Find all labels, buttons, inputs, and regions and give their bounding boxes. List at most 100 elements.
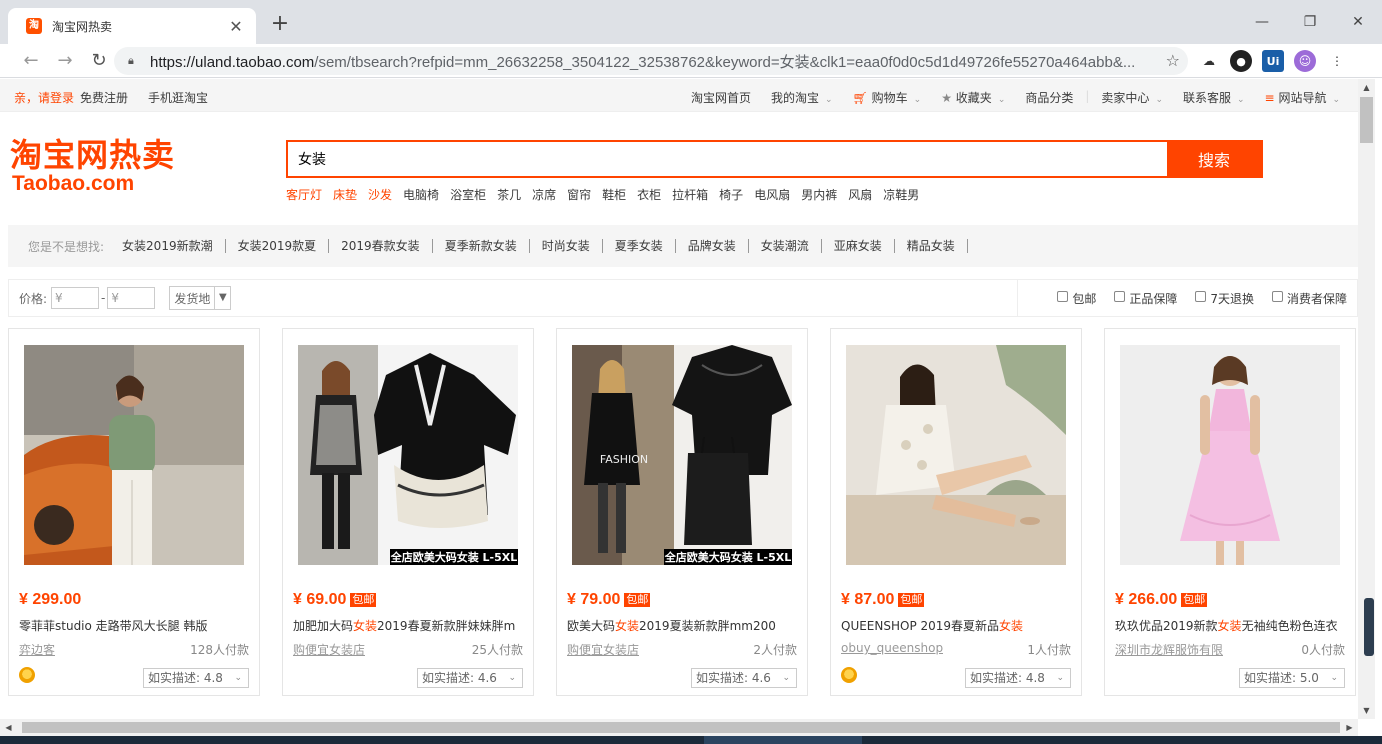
hot-word[interactable]: 风扇 <box>848 186 872 203</box>
product-card[interactable]: 全店欧美大码女装 L-5XL ¥ 69.00 包邮 加肥加大码女装2019春夏新款… <box>282 328 534 696</box>
rating-select[interactable]: 如实描述: 4.8 ⌄ <box>965 668 1071 688</box>
scroll-down-icon[interactable]: ▼ <box>1358 702 1375 719</box>
nav-my-taobao[interactable]: 我的淘宝 ⌄ <box>761 89 843 106</box>
checkbox-icon <box>1114 291 1126 302</box>
hot-word[interactable]: 凉鞋男 <box>883 186 919 203</box>
suggest-item[interactable]: 精品女装 <box>895 239 968 253</box>
price-min-input[interactable]: ¥ <box>51 287 100 309</box>
hot-word[interactable]: 沙发 <box>368 186 392 203</box>
menu-kebab-icon[interactable]: ⋮ <box>1326 50 1348 72</box>
7day-return-checkbox[interactable]: 7天退换 <box>1195 290 1254 307</box>
hot-word[interactable]: 电风扇 <box>754 186 790 203</box>
product-image[interactable] <box>1120 345 1340 565</box>
minimize-icon[interactable]: — <box>1238 0 1286 44</box>
new-tab-icon[interactable]: + <box>268 12 292 36</box>
chevron-down-icon: ▼ <box>214 287 230 309</box>
hot-word[interactable]: 男内裤 <box>801 186 837 203</box>
reload-icon[interactable]: ↻ <box>82 46 116 76</box>
shop-link[interactable]: 弈边客 <box>19 641 55 658</box>
profile-avatar-icon[interactable]: ☺ <box>1294 50 1316 72</box>
product-title[interactable]: 欧美大码女装2019夏装新款胖mm200 <box>567 617 799 634</box>
hot-word[interactable]: 衣柜 <box>637 186 661 203</box>
hot-word[interactable]: 床垫 <box>333 186 357 203</box>
scroll-up-icon[interactable]: ▲ <box>1358 79 1375 96</box>
search-button[interactable]: 搜索 <box>1167 142 1261 176</box>
rating-select[interactable]: 如实描述: 4.8 ⌄ <box>143 668 249 688</box>
suggest-item[interactable]: 女装潮流 <box>749 239 822 253</box>
hot-word[interactable]: 电脑椅 <box>403 186 439 203</box>
suggest-item[interactable]: 女装2019新款潮 <box>110 239 226 253</box>
hot-word[interactable]: 拉杆箱 <box>672 186 708 203</box>
suggest-item[interactable]: 2019春款女装 <box>329 239 433 253</box>
scroll-left-icon[interactable]: ◀ <box>0 719 17 736</box>
product-image[interactable] <box>24 345 244 565</box>
suggest-item[interactable]: 夏季新款女装 <box>433 239 530 253</box>
login-link[interactable]: 亲，请登录 <box>14 89 74 106</box>
shop-link[interactable]: 购便宜女装店 <box>567 641 639 658</box>
hot-word[interactable]: 窗帘 <box>567 186 591 203</box>
shop-link[interactable]: 深圳市龙辉服饰有限 <box>1115 641 1223 658</box>
consumer-protection-checkbox[interactable]: 消费者保障 <box>1271 290 1347 307</box>
extension-circle-icon[interactable]: ● <box>1230 50 1252 72</box>
product-card[interactable]: ¥ 87.00 包邮 QUEENSHOP 2019春夏新品女装 obuy_quee… <box>830 328 1082 696</box>
browser-tab[interactable]: 淘 淘宝网热卖 ✕ <box>8 8 256 44</box>
product-card[interactable]: ¥ 299.00 零菲菲studio 走路带风大长腿 韩版 弈边客 128人付款… <box>8 328 260 696</box>
address-bar[interactable]: 🔒︎ https://uland.taobao.com/sem/tbsearch… <box>114 47 1188 75</box>
extension-ui-icon[interactable]: Ui <box>1262 50 1284 72</box>
scroll-thumb[interactable] <box>22 722 1340 733</box>
mobile-link[interactable]: 手机逛淘宝 <box>148 89 208 106</box>
price-max-input[interactable]: ¥ <box>107 287 156 309</box>
horizontal-scrollbar[interactable]: ◀ ▶ <box>0 719 1358 736</box>
suggest-item[interactable]: 时尚女装 <box>530 239 603 253</box>
restore-icon[interactable]: ❐ <box>1286 0 1334 44</box>
side-float-widget[interactable] <box>1364 598 1374 656</box>
tab-close-icon[interactable]: ✕ <box>226 17 246 36</box>
extension-cloud-icon[interactable]: ☁ <box>1198 50 1220 72</box>
hot-word[interactable]: 鞋柜 <box>602 186 626 203</box>
suggest-item[interactable]: 亚麻女装 <box>822 239 895 253</box>
nav-favorites[interactable]: ★ 收藏夹 ⌄ <box>931 89 1015 106</box>
nav-categories[interactable]: 商品分类 <box>1015 89 1083 106</box>
product-image[interactable]: 全店欧美大码女装 L-5XL <box>298 345 518 565</box>
register-link[interactable]: 免费注册 <box>80 89 128 106</box>
rating-select[interactable]: 如实描述: 4.6 ⌄ <box>417 668 523 688</box>
nav-home[interactable]: 淘宝网首页 <box>681 89 761 106</box>
hot-word[interactable]: 浴室柜 <box>450 186 486 203</box>
ship-from-select[interactable]: 发货地 ▼ <box>169 286 232 310</box>
taobao-logo[interactable]: 淘宝网热卖 Taobao.com <box>10 137 175 195</box>
hot-word[interactable]: 椅子 <box>719 186 743 203</box>
gold-medal-icon <box>841 667 857 683</box>
product-title[interactable]: 玖玖优品2019新款女装无袖纯色粉色连衣 <box>1115 617 1347 634</box>
shop-link[interactable]: obuy_queenshop <box>841 641 943 655</box>
hot-word[interactable]: 客厅灯 <box>286 186 322 203</box>
hot-word[interactable]: 凉席 <box>532 186 556 203</box>
suggest-item[interactable]: 女装2019款夏 <box>226 239 330 253</box>
product-card[interactable]: FASHION 全店欧美大码女装 L-5XL ¥ 79.00 包邮 欧美大码女装2… <box>556 328 808 696</box>
search-input[interactable] <box>288 142 1167 176</box>
suggest-item[interactable]: 品牌女装 <box>676 239 749 253</box>
suggest-item[interactable]: 夏季女装 <box>603 239 676 253</box>
rating-select[interactable]: 如实描述: 5.0 ⌄ <box>1239 668 1345 688</box>
nav-customer-service[interactable]: 联系客服 ⌄ <box>1173 89 1255 106</box>
free-shipping-checkbox[interactable]: 包邮 <box>1057 290 1096 307</box>
close-window-icon[interactable]: ✕ <box>1334 0 1382 44</box>
scroll-right-icon[interactable]: ▶ <box>1341 719 1358 736</box>
shop-link[interactable]: 购便宜女装店 <box>293 641 365 658</box>
genuine-checkbox[interactable]: 正品保障 <box>1114 290 1177 307</box>
bookmark-star-icon[interactable]: ☆ <box>1166 51 1180 70</box>
product-image[interactable] <box>846 345 1066 565</box>
product-image[interactable]: FASHION 全店欧美大码女装 L-5XL <box>572 345 792 565</box>
logo-en-text: Taobao.com <box>12 172 135 195</box>
back-icon[interactable]: ← <box>14 46 48 76</box>
nav-site-map[interactable]: ≡ 网站导航 ⌄ <box>1255 89 1350 106</box>
rating-select[interactable]: 如实描述: 4.6 ⌄ <box>691 668 797 688</box>
product-title[interactable]: 零菲菲studio 走路带风大长腿 韩版 <box>19 617 251 634</box>
product-card[interactable]: ¥ 266.00 包邮 玖玖优品2019新款女装无袖纯色粉色连衣 深圳市龙辉服饰有… <box>1104 328 1356 696</box>
forward-icon[interactable]: → <box>48 46 82 76</box>
nav-seller-center[interactable]: 卖家中心 ⌄ <box>1091 89 1173 106</box>
scroll-thumb[interactable] <box>1360 97 1373 143</box>
product-title[interactable]: QUEENSHOP 2019春夏新品女装 <box>841 617 1073 634</box>
hot-word[interactable]: 茶几 <box>497 186 521 203</box>
product-title[interactable]: 加肥加大码女装2019春夏新款胖妹妹胖m <box>293 617 525 634</box>
nav-cart[interactable]: 🛒︎ 购物车 ⌄ <box>843 89 932 106</box>
